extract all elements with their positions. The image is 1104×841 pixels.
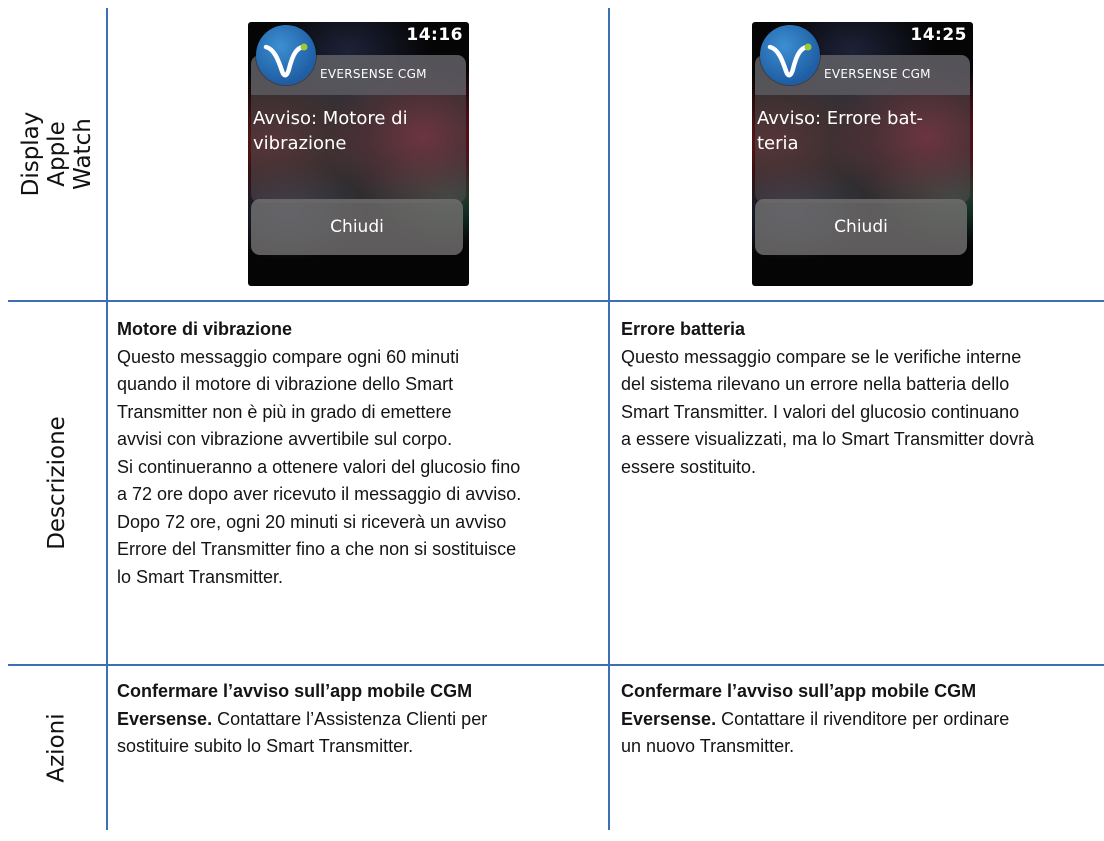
eversense-logo-icon xyxy=(256,25,316,85)
watch-close-button[interactable]: Chiudi xyxy=(251,199,463,255)
description-cell-battery: Errore batteria Questo messaggio compare… xyxy=(621,316,1104,481)
watch-close-button[interactable]: Chiudi xyxy=(755,199,967,255)
row-label-descrizione-text: Descrizione xyxy=(44,415,71,550)
eversense-logo-icon xyxy=(760,25,820,85)
description-text: Questo messaggio compare ogni 60 minuti … xyxy=(117,346,522,587)
watch-alert-message: Avviso: Motore di vibrazione xyxy=(253,108,408,154)
actions-paragraph: Confermare l’avviso sull’app mobile CGM … xyxy=(117,678,597,761)
description-title: Motore di vibrazione xyxy=(117,319,293,339)
row-label-display: Display Apple Watch xyxy=(8,8,106,300)
watch-alert-message: Avviso: Errore bat- teria xyxy=(757,108,924,154)
description-title: Errore batteria xyxy=(621,319,746,339)
actions-cell-battery: Confermare l’avviso sull’app mobile CGM … xyxy=(621,678,1091,761)
watch-app-name: EVERSENSE CGM xyxy=(824,67,931,81)
row-divider-2 xyxy=(8,664,1104,666)
row-label-descrizione: Descrizione xyxy=(8,301,106,664)
watch-time: 14:25 xyxy=(910,25,967,45)
watch-app-name: EVERSENSE CGM xyxy=(320,67,427,81)
actions-paragraph: Confermare l’avviso sull’app mobile CGM … xyxy=(621,678,1091,761)
description-text: Questo messaggio compare se le verifiche… xyxy=(621,346,1035,477)
row-label-azioni: Azioni xyxy=(8,665,106,831)
apple-watch-screen-battery: 14:25 EVERSENSE CGM Avviso: Errore bat- … xyxy=(752,22,973,286)
actions-cell-vibration: Confermare l’avviso sull’app mobile CGM … xyxy=(117,678,597,761)
row-label-display-text: Display Apple Watch xyxy=(18,111,96,197)
row-divider-1 xyxy=(8,300,1104,302)
description-cell-vibration: Motore di vibrazione Questo messaggio co… xyxy=(117,316,609,591)
apple-watch-screen-vibration: 14:16 EVERSENSE CGM Avviso: Motore di vi… xyxy=(248,22,469,286)
column-divider-left xyxy=(106,8,108,830)
row-label-azioni-text: Azioni xyxy=(44,713,70,783)
watch-time: 14:16 xyxy=(406,25,463,45)
